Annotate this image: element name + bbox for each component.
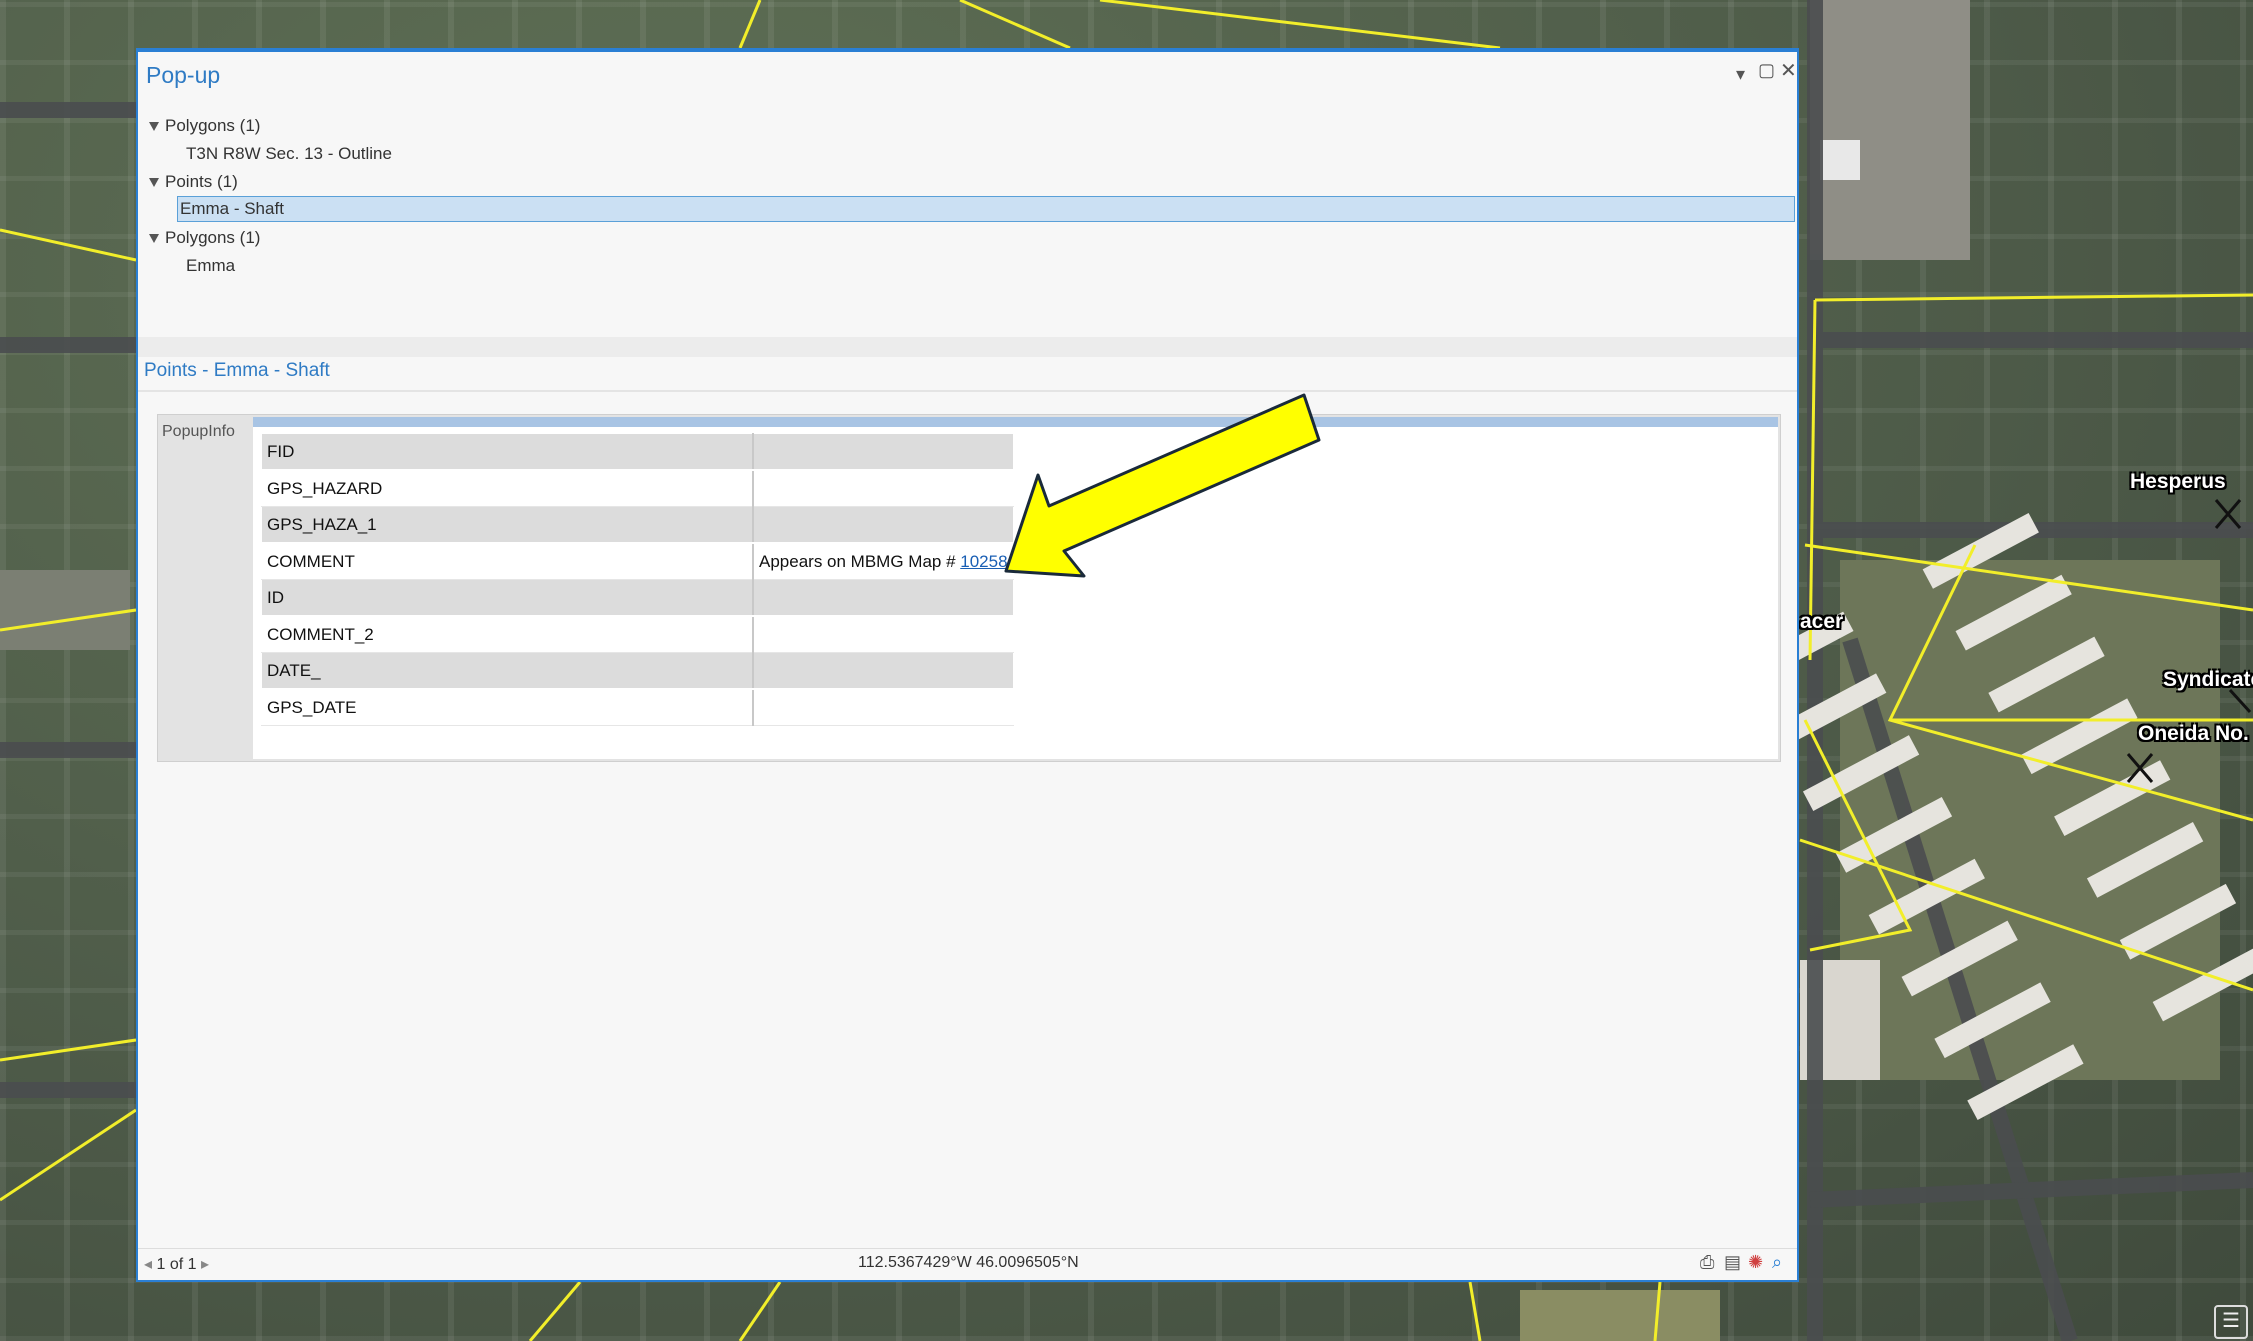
tree-group-label: Polygons (1) <box>165 228 261 247</box>
coordinate-readout: 112.5367429°W 46.0096505°N <box>858 1254 1079 1271</box>
table-row: FID <box>261 433 1014 471</box>
previous-icon[interactable]: ◂ <box>144 1256 152 1273</box>
attribute-value <box>752 433 1014 471</box>
tree-group-points[interactable]: Points (1) <box>146 168 1797 196</box>
attribute-value-comment: Appears on MBMG Map # 10258 <box>752 542 1014 580</box>
table-row: COMMENT_2 <box>261 615 1014 653</box>
attribute-key: ID <box>261 579 754 617</box>
table-row: GPS_HAZA_1 <box>261 506 1014 544</box>
tree-group-label: Polygons (1) <box>165 116 261 135</box>
pager: ◂ 1 of 1 ▸ <box>144 1254 209 1274</box>
flash-icon[interactable]: ✺ <box>1748 1252 1763 1273</box>
attribute-table: FID GPS_HAZARD GPS_HAZA_1 COMMENT Appear… <box>261 433 1014 726</box>
popupinfo-header-bar <box>253 417 1778 427</box>
feature-tree: Polygons (1) T3N R8W Sec. 13 - Outline P… <box>146 112 1797 280</box>
map-number-link[interactable]: 10258 <box>960 552 1007 571</box>
table-row: ID <box>261 579 1014 617</box>
pane-splitter[interactable] <box>138 337 1797 357</box>
close-icon[interactable]: ✕ <box>1780 58 1797 83</box>
attribute-value <box>752 469 1014 507</box>
attribute-key: FID <box>261 433 754 471</box>
export-icon[interactable]: ▤ <box>1724 1252 1741 1273</box>
attribute-value <box>752 506 1014 544</box>
tree-item-label: Emma - Shaft <box>180 199 284 218</box>
attribute-key: GPS_HAZARD <box>261 469 754 507</box>
table-row: GPS_DATE <box>261 688 1014 726</box>
attribute-value <box>752 688 1014 726</box>
attribute-key: DATE_ <box>261 652 754 690</box>
tree-item-outline[interactable]: T3N R8W Sec. 13 - Outline <box>146 140 1797 168</box>
comment-text: Appears on MBMG Map # <box>759 551 961 571</box>
popup-title: Pop-up <box>146 62 221 88</box>
collapse-triangle-icon[interactable] <box>149 122 159 132</box>
map-corner-icon[interactable]: ☰ <box>2214 1305 2248 1339</box>
divider <box>138 1248 1797 1249</box>
tree-group-label: Points (1) <box>165 172 238 191</box>
table-row: DATE_ <box>261 652 1014 690</box>
tree-item-emma[interactable]: Emma <box>146 252 1797 280</box>
table-row: GPS_HAZARD <box>261 469 1014 507</box>
feature-section-title: Points - Emma - Shaft <box>144 360 330 381</box>
next-icon[interactable]: ▸ <box>201 1256 209 1273</box>
map-label-acer[interactable]: acer <box>1800 610 1843 634</box>
attribute-key: COMMENT_2 <box>261 615 754 653</box>
attribute-key: GPS_HAZA_1 <box>261 506 754 544</box>
tree-item-label: Emma <box>186 256 236 275</box>
print-icon[interactable]: ⎙ <box>1700 1252 1714 1273</box>
divider <box>138 390 1797 392</box>
pager-text: 1 of 1 <box>156 1256 197 1273</box>
zoom-to-icon[interactable]: ⌕ <box>1772 1252 1782 1273</box>
collapse-triangle-icon[interactable] <box>149 178 159 188</box>
attribute-value <box>752 652 1014 690</box>
tree-item-emma-shaft[interactable]: Emma - Shaft <box>177 196 1795 222</box>
map-label-hesperus[interactable]: Hesperus <box>2130 470 2226 494</box>
popupinfo-content: FID GPS_HAZARD GPS_HAZA_1 COMMENT Appear… <box>253 417 1778 759</box>
map-label-oneida[interactable]: Oneida No. 2 <box>2138 722 2253 746</box>
attribute-value <box>752 615 1014 653</box>
attribute-key: COMMENT <box>261 542 754 580</box>
tree-group-polygons-2[interactable]: Polygons (1) <box>146 224 1797 252</box>
popupinfo-label: PopupInfo <box>162 423 235 440</box>
table-row: COMMENT Appears on MBMG Map # 10258 <box>261 542 1014 580</box>
map-label-syndicate[interactable]: Syndicate <box>2163 668 2253 692</box>
maximize-icon[interactable]: ▢ <box>1758 60 1775 81</box>
tree-group-polygons[interactable]: Polygons (1) <box>146 112 1797 140</box>
collapse-triangle-icon[interactable] <box>149 234 159 244</box>
attribute-value <box>752 579 1014 617</box>
dropdown-icon[interactable]: ▾ <box>1736 64 1745 85</box>
popupinfo-box: PopupInfo FID GPS_HAZARD GPS_HAZA_1 COMM… <box>157 414 1781 762</box>
attribute-key: GPS_DATE <box>261 688 754 726</box>
popup-pane: Pop-up ▾ ▢ ✕ Polygons (1) T3N R8W Sec. 1… <box>136 48 1799 1282</box>
tree-item-label: T3N R8W Sec. 13 - Outline <box>186 144 392 163</box>
